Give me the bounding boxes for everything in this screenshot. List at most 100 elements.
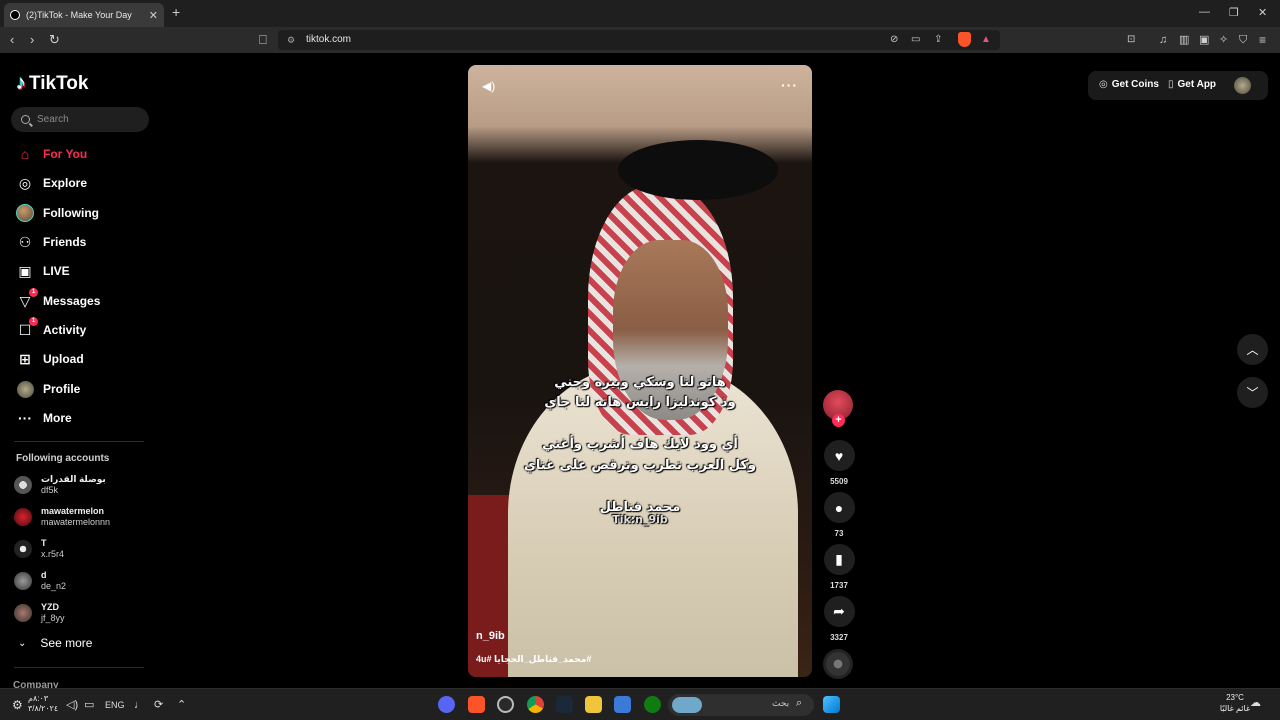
comment-action[interactable]: ● 73: [823, 492, 855, 538]
following-account[interactable]: d de_n2: [14, 568, 66, 594]
account-name: mawatermelon: [41, 506, 105, 516]
volume-icon[interactable]: ◀): [482, 79, 495, 93]
network-icon[interactable]: ▭: [84, 697, 94, 713]
no-tracking-icon[interactable]: ⊘: [890, 32, 898, 48]
account-username: jf_8yy: [41, 613, 65, 623]
logo-text: TikTok: [29, 72, 89, 94]
reload-icon[interactable]: ↻: [49, 32, 60, 48]
app-icon[interactable]: [497, 696, 514, 713]
nav-activity[interactable]: ☐ 1 Activity: [16, 317, 86, 340]
get-app-button[interactable]: ▯ Get App: [1168, 79, 1216, 90]
video-more-icon[interactable]: ···: [781, 77, 798, 93]
chevron-up-icon: ︿: [1246, 343, 1259, 357]
tray-expand-icon[interactable]: ⌃: [177, 697, 186, 713]
steam-app-icon[interactable]: [556, 696, 573, 713]
account-username: de_n2: [41, 581, 67, 591]
back-icon[interactable]: ‹: [10, 32, 14, 48]
nav-live[interactable]: ▣ LIVE: [16, 261, 69, 281]
chrome-app-icon[interactable]: [527, 696, 544, 713]
maximize-icon[interactable]: ❐: [1229, 6, 1239, 19]
language-indicator[interactable]: ENG: [105, 697, 125, 713]
store-app-icon[interactable]: [614, 696, 631, 713]
speaker-icon[interactable]: ◁): [66, 697, 78, 713]
header-actions: ◎ Get Coins ▯ Get App: [1088, 71, 1268, 100]
microphone-icon[interactable]: ♩: [134, 697, 145, 713]
share-icon[interactable]: ⇪: [934, 32, 942, 48]
settings-icon[interactable]: ⚙: [12, 697, 23, 713]
video-author[interactable]: n_9ib: [476, 630, 505, 642]
sidebar-toggle-icon[interactable]: ▥: [1179, 32, 1189, 48]
leo-ai-icon[interactable]: ✧: [1219, 32, 1228, 48]
heart-icon[interactable]: ♥: [823, 440, 855, 471]
taskbar-search-label: بحث: [772, 698, 790, 708]
tiktok-favicon-icon: [10, 10, 20, 20]
nav-upload[interactable]: ⊞ Upload: [16, 349, 84, 369]
nav-for-you[interactable]: ⌂ For You: [16, 144, 87, 164]
tiktok-logo[interactable]: ♪ TikTok: [16, 72, 88, 95]
upload-icon: ⊞: [19, 350, 31, 367]
bookmark-icon[interactable]: ▮: [823, 544, 855, 575]
discord-app-icon[interactable]: [438, 696, 455, 713]
tiktok-note-icon: ♪: [16, 72, 26, 94]
tab-close-icon[interactable]: ✕: [149, 9, 158, 22]
comment-icon[interactable]: ●: [823, 492, 855, 523]
sync-icon[interactable]: ⟳: [154, 697, 163, 713]
following-account[interactable]: Tx.r5r4: [14, 536, 64, 562]
get-coins-button[interactable]: ◎ Get Coins: [1099, 79, 1159, 90]
media-icon[interactable]: ♫: [1159, 32, 1167, 48]
menu-icon[interactable]: ≡: [1259, 32, 1266, 48]
search-input[interactable]: [37, 114, 137, 125]
nav-following[interactable]: Following: [16, 203, 99, 223]
creator-avatar[interactable]: +: [823, 390, 853, 427]
brave-rewards-icon[interactable]: ▲: [981, 32, 991, 48]
save-action[interactable]: ▮ 1737: [823, 544, 855, 590]
tray-time-line: ٨:٠٣م: [28, 694, 49, 703]
video-caption[interactable]: #محمد_فناطل_الحجايا #4u: [476, 654, 591, 665]
follow-plus-icon[interactable]: +: [832, 414, 845, 427]
sound-disc-icon[interactable]: [823, 649, 853, 679]
live-icon: ▣: [18, 262, 32, 279]
video-player[interactable]: ◀) ··· هاتو لنا وسكي وبيره وجني وذ كوندل…: [468, 65, 812, 677]
video-frame-shape: [618, 140, 778, 200]
site-info-icon[interactable]: ⚙: [287, 30, 295, 50]
like-action[interactable]: ♥ 5509: [823, 440, 855, 486]
xbox-app-icon[interactable]: [644, 696, 661, 713]
file-explorer-icon[interactable]: [585, 696, 602, 713]
video-lyric: هاتو لنا وسكي وبيره وجني: [554, 375, 726, 390]
search-icon: [21, 115, 30, 124]
following-account[interactable]: YZD jf_8yy: [14, 600, 65, 626]
user-avatar[interactable]: [1234, 77, 1251, 94]
activity-icon: ☐ 1: [16, 317, 38, 339]
notification-icon[interactable]: ☁: [1250, 695, 1261, 711]
brave-app-icon[interactable]: [468, 696, 485, 713]
vpn-icon[interactable]: ⛉: [1239, 32, 1247, 48]
windows-start-icon[interactable]: [823, 696, 840, 713]
nav-messages[interactable]: ▽ 1 Messages: [16, 288, 100, 311]
browser-tab[interactable]: (2)TikTok - Make Your Day ✕: [4, 3, 164, 27]
screenshot-icon[interactable]: ⊡: [1127, 32, 1135, 48]
following-account[interactable]: mawatermelon mawatermelonnn: [14, 504, 110, 530]
taskbar-search[interactable]: بحث ⌕: [668, 694, 814, 716]
minimize-icon[interactable]: —: [1199, 6, 1210, 18]
nav-profile[interactable]: Profile: [16, 379, 80, 399]
nav-more[interactable]: ··· More: [16, 408, 72, 428]
nav-explore[interactable]: ◎ Explore: [16, 173, 87, 193]
share-action[interactable]: ➦ 3327: [823, 596, 855, 642]
search-icon: ⌕: [796, 697, 803, 709]
next-video-button[interactable]: ﹀: [1237, 377, 1268, 408]
nav-friends[interactable]: ⚇ Friends: [16, 232, 87, 252]
video-lyric: وكل العرب تطرب وترقص على غناي: [523, 458, 756, 473]
see-more-button[interactable]: ⌄ See more: [18, 636, 92, 650]
bookmark-icon[interactable]: ⎕: [259, 32, 267, 48]
following-account[interactable]: بوصلة القدرات df5k: [14, 472, 106, 498]
wallet-icon[interactable]: ▣: [1199, 32, 1209, 48]
cast-icon[interactable]: ▭: [911, 32, 920, 48]
share-arrow-icon[interactable]: ➦: [823, 596, 855, 627]
search-box[interactable]: [11, 107, 149, 132]
previous-video-button[interactable]: ︿: [1237, 334, 1268, 365]
forward-icon[interactable]: ›: [30, 32, 34, 48]
brave-shield-icon[interactable]: [958, 32, 971, 47]
window-close-icon[interactable]: ✕: [1258, 6, 1267, 19]
new-tab-button[interactable]: +: [172, 4, 180, 20]
video-watermark: Tik:n_9ib: [612, 513, 668, 526]
